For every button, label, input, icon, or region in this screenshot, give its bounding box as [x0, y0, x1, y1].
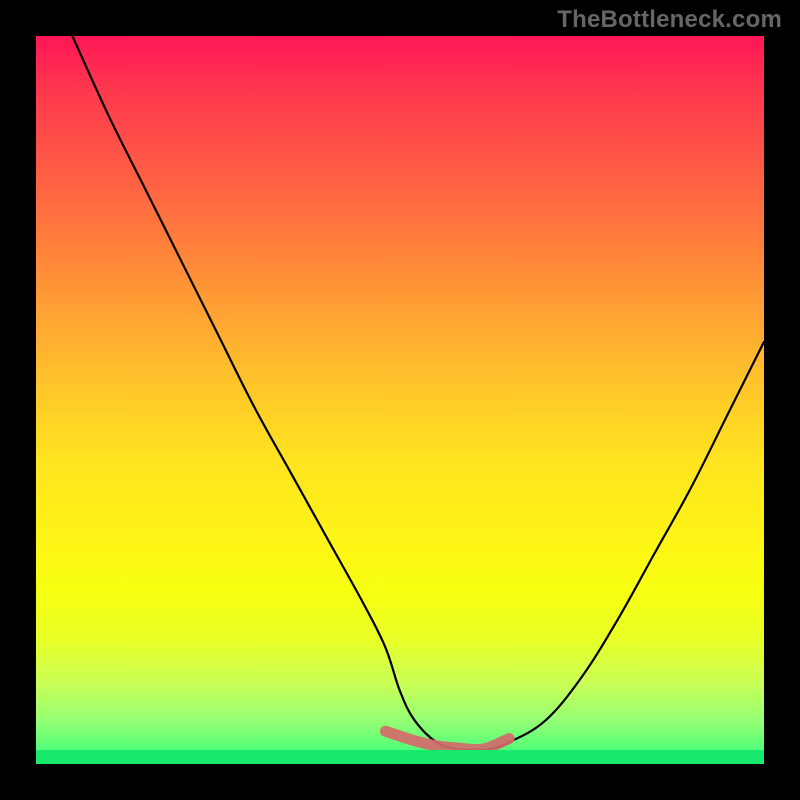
plot-area	[36, 36, 764, 764]
optimal-band-line	[385, 731, 509, 749]
watermark-text: TheBottleneck.com	[557, 6, 782, 34]
curve-layer	[36, 36, 764, 764]
bottleneck-curve-line	[72, 36, 764, 750]
chart-stage: TheBottleneck.com	[0, 0, 800, 800]
